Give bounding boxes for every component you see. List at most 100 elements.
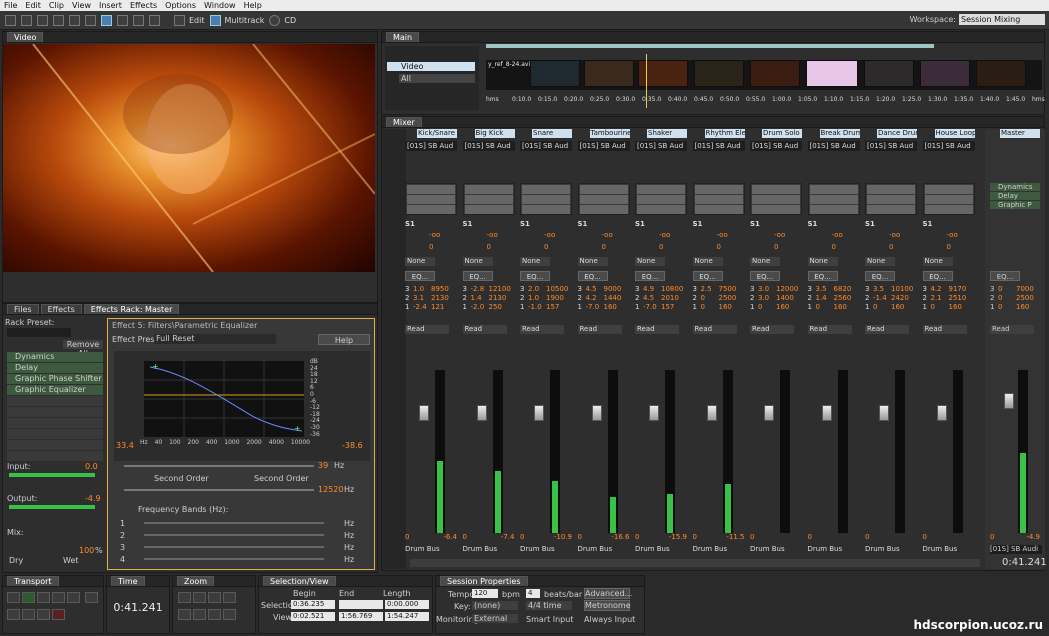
send-bus-dropdown[interactable]: None [807,257,838,266]
channel-fx-rack[interactable] [807,183,860,215]
automation-mode[interactable]: Read [635,325,679,334]
send-bus-dropdown[interactable]: None [922,257,953,266]
output-bus[interactable]: Drum Bus [578,545,613,553]
rack-slot[interactable] [7,451,103,461]
tab-zoom[interactable]: Zoom [177,576,215,586]
timeline-overview-bar[interactable] [486,44,934,48]
output-bus[interactable]: Drum Bus [520,545,555,553]
rack-slot[interactable] [7,407,103,417]
output-bus[interactable]: Drum Bus [405,545,440,553]
tab-video[interactable]: Video [7,32,44,42]
channel-name[interactable]: Kick/Snare L [417,129,457,138]
hybrid-tool-icon[interactable] [5,14,16,26]
menu-window[interactable]: Window [200,1,240,10]
rack-slot[interactable]: Graphic Equalizer [7,385,103,395]
smart-input-checkbox[interactable]: Smart Input [526,615,573,624]
zoom-in-vertical-button[interactable] [208,609,221,620]
fx-slot[interactable] [809,185,858,194]
send-bus-dropdown[interactable]: None [865,257,895,266]
master-fx-dynamics[interactable]: Dynamics [990,183,1040,191]
automation-mode[interactable]: Read [922,325,967,334]
rack-slot[interactable] [7,418,103,428]
tab-effects[interactable]: Effects [40,304,82,314]
tab-time[interactable]: Time [111,576,145,586]
send-bus-dropdown[interactable]: None [405,257,435,266]
send-bus-dropdown[interactable]: None [520,257,550,266]
master-fx-delay[interactable]: Delay [990,192,1040,200]
metronome-button[interactable]: Metronome [584,600,631,611]
channel-name[interactable]: Shaker [647,129,687,138]
channel-fx-rack[interactable] [577,183,630,215]
channel-eq-button[interactable]: EQ... [750,271,780,281]
automation-mode[interactable]: Read [405,325,449,334]
fx-slot[interactable] [579,205,628,214]
master-eq-button[interactable]: EQ... [990,271,1020,281]
always-input-checkbox[interactable]: Always Input [584,615,635,624]
marquee-tool-icon[interactable] [69,14,80,26]
time-signature-dropdown[interactable]: 4/4 time [526,601,572,610]
fx-slot[interactable] [867,195,915,204]
rack-slot[interactable]: Dynamics [7,352,103,362]
automation-mode[interactable]: Read [520,325,564,334]
effect-preset-dropdown[interactable]: Full Reset [154,334,276,344]
channel-fx-rack[interactable] [405,183,457,215]
workspace-dropdown[interactable]: Session Mixing [959,14,1045,25]
channel-input[interactable]: [01S] SB Aud [577,141,630,151]
channel-eq-button[interactable]: EQ... [865,271,895,281]
stop-button[interactable] [7,592,20,603]
send-bus-dropdown[interactable]: None [577,257,608,266]
selection-tool-icon[interactable] [101,14,112,26]
output-bus[interactable]: Drum Bus [750,545,785,553]
multitrack-view-button[interactable]: Multitrack [225,16,265,25]
edit-view-button[interactable]: Edit [189,16,205,25]
lasso-tool-icon[interactable] [85,14,96,26]
razor-tool-icon[interactable] [117,14,128,26]
fx-slot[interactable] [522,195,570,204]
channel-name[interactable]: Tambourine [589,129,630,138]
band-slider[interactable] [144,558,324,560]
pause-button[interactable] [37,592,50,603]
master-output[interactable]: [01S] SB Audi [990,545,1042,554]
tab-files[interactable]: Files [7,304,39,314]
zoom-out-full-button[interactable] [208,592,221,603]
fx-slot[interactable] [924,195,973,204]
automation-mode[interactable]: Read [462,325,507,334]
automation-mode[interactable]: Read [692,325,737,334]
channel-eq-button[interactable]: EQ... [405,271,435,281]
channel-eq-button[interactable]: EQ... [635,271,665,281]
channel-input[interactable]: [01S] SB Aud [922,141,975,151]
go-to-end-button[interactable] [37,609,50,620]
menu-file[interactable]: File [0,1,21,10]
send-bus-dropdown[interactable]: None [750,257,780,266]
record-button[interactable] [52,609,65,620]
channel-fx-rack[interactable] [520,183,572,215]
channel-input[interactable]: [01S] SB Aud [807,141,860,151]
monitoring-dropdown[interactable]: External [472,614,518,623]
channel-name[interactable]: Rhythm Ele [704,129,745,138]
selection-begin-field[interactable]: 0:36.235 [291,600,335,609]
channel-name[interactable]: Drum Solo [762,129,802,138]
stretch-tool-icon[interactable] [149,14,160,26]
menu-help[interactable]: Help [240,1,266,10]
fx-slot[interactable] [694,205,743,214]
fx-slot[interactable] [867,205,915,214]
channel-eq-button[interactable]: EQ... [462,271,493,281]
band-slider[interactable] [144,546,324,548]
channel-input[interactable]: [01S] SB Aud [405,141,457,151]
fx-slot[interactable] [809,205,858,214]
volume-fader[interactable] [534,405,544,421]
channel-fx-rack[interactable] [922,183,975,215]
send-bus-dropdown[interactable]: None [462,257,493,266]
menu-options[interactable]: Options [161,1,200,10]
master-name[interactable]: Master [1000,129,1040,138]
time-selection-tool-icon[interactable] [37,14,48,26]
channel-eq-button[interactable]: EQ... [577,271,608,281]
eq-graph[interactable]: + + [144,361,304,437]
channel-eq-button[interactable]: EQ... [807,271,838,281]
edit-view-icon[interactable] [174,14,185,26]
rack-preset-dropdown[interactable] [7,328,71,337]
rack-slot[interactable] [7,440,103,450]
zoom-in-right-button[interactable] [193,609,206,620]
automation-mode[interactable]: Read [577,325,622,334]
channel-name[interactable]: House Loop [934,129,975,138]
